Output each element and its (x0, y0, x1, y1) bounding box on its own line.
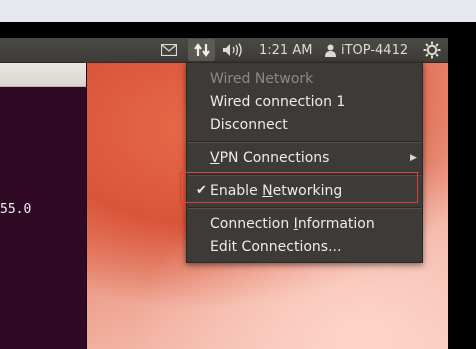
submenu-arrow-icon: ▶ (410, 153, 417, 163)
screen: 55.0 1:21 AM iTOP-4412 Wired Network Wir… (0, 0, 476, 349)
menu-item-connection-information[interactable]: Connection Information (187, 213, 422, 235)
terminal-tab-bar[interactable] (0, 62, 86, 87)
menu-header-wired-network: Wired Network (210, 71, 314, 87)
menu-item-disconnect[interactable]: Disconnect (187, 114, 422, 136)
top-panel: 1:21 AM iTOP-4412 (0, 38, 448, 63)
menu-separator (188, 141, 421, 143)
gear-icon[interactable] (423, 38, 441, 62)
host-window-top-strip (0, 0, 476, 22)
screen-border-right (448, 22, 476, 349)
clock[interactable]: 1:21 AM (259, 38, 312, 62)
volume-icon[interactable] (222, 38, 244, 62)
menu-item-vpn-connections[interactable]: VPN Connections ▶ (187, 147, 422, 169)
menu-item-edit-connections[interactable]: Edit Connections... (187, 236, 422, 258)
menu-separator (188, 207, 421, 209)
menu-item-wired-connection-1[interactable]: Wired connection 1 (187, 91, 422, 113)
user-menu[interactable]: iTOP-4412 (325, 38, 408, 62)
person-icon (325, 44, 336, 57)
network-menu: Wired Network Wired connection 1 Disconn… (186, 62, 423, 263)
terminal-output: 55.0 (0, 202, 32, 217)
annotation-highlight-box (180, 172, 418, 203)
terminal-window[interactable]: 55.0 (0, 62, 87, 349)
mail-icon[interactable] (161, 38, 177, 62)
network-updown-icon[interactable] (188, 39, 215, 61)
user-name: iTOP-4412 (341, 42, 409, 58)
